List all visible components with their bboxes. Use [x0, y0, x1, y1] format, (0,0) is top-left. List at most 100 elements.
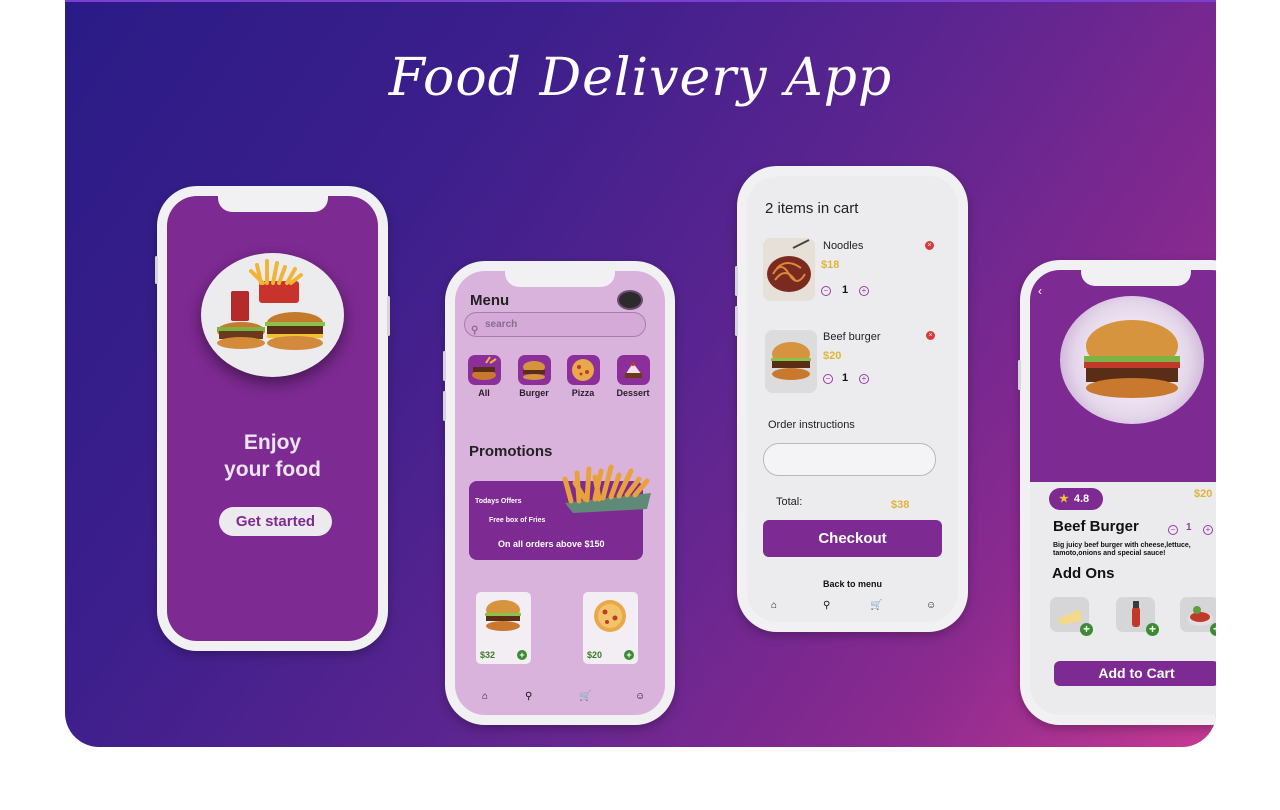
avatar[interactable] [617, 290, 643, 310]
cart-item-name: Beef burger [823, 331, 881, 343]
star-icon: ★ [1059, 493, 1069, 505]
phone-notch [505, 271, 615, 287]
rating-badge: ★ 4.8 [1049, 488, 1103, 510]
cart-item-price: $20 [823, 350, 842, 362]
minus-button[interactable]: − [821, 286, 831, 296]
welcome-title-line2: your food [224, 458, 321, 481]
category-all[interactable]: All [466, 355, 502, 398]
fries-icon [249, 259, 303, 303]
product-description: Big juicy beef burger with cheese,lettuc… [1053, 542, 1191, 557]
add-to-cart-button[interactable]: Add to Cart [1054, 661, 1216, 686]
phone-notch [217, 196, 328, 212]
bottom-nav: ⌂ ⚲ 🛒 ☺ [455, 691, 665, 707]
side-button [443, 351, 446, 381]
side-button [735, 266, 738, 296]
category-dessert-image [616, 355, 650, 385]
order-instructions-field[interactable] [763, 443, 936, 476]
fries-box-image [562, 464, 651, 513]
cart-icon[interactable]: 🛒 [870, 600, 882, 611]
category-pizza[interactable]: Pizza [565, 355, 601, 398]
beef-burger-image [765, 330, 817, 393]
side-button [155, 256, 158, 284]
search-input[interactable]: ⚲ search [464, 312, 646, 337]
search-icon: ⚲ [471, 325, 479, 336]
cart-item-qty: 1 [842, 284, 849, 296]
hero-title: Food Delivery App [388, 48, 893, 108]
promo-card[interactable]: Todays Offers Free box of Fries On all o… [469, 464, 651, 560]
welcome-phone: Enjoy your food Get started [155, 186, 390, 651]
addon-salsa[interactable]: + [1180, 597, 1216, 636]
home-icon[interactable]: ⌂ [482, 691, 488, 702]
minus-button[interactable]: − [823, 374, 833, 384]
side-button [735, 306, 738, 336]
cart-item-name: Noodles [823, 240, 864, 252]
pizza-image [587, 596, 634, 636]
search-icon[interactable]: ⚲ [823, 600, 830, 611]
category-pizza-image [566, 355, 600, 385]
cart-phone: 2 items in cart Noodles $18 × − 1 + Beef… [735, 166, 968, 632]
burger-hero-image [1060, 296, 1204, 424]
cart-screen: 2 items in cart Noodles $18 × − 1 + Beef… [747, 176, 958, 622]
welcome-title: Enjoy your food [167, 429, 378, 483]
get-started-button[interactable]: Get started [219, 507, 332, 536]
rating-value: 4.8 [1073, 493, 1090, 505]
burger-image [480, 596, 527, 636]
category-label: Dessert [616, 388, 650, 398]
order-instructions-label: Order instructions [768, 419, 855, 431]
category-label: Pizza [571, 388, 595, 398]
add-icon[interactable]: + [1080, 623, 1093, 636]
add-ons-title: Add Ons [1052, 565, 1115, 582]
home-icon[interactable]: ⌂ [771, 600, 777, 611]
category-burger-image [517, 355, 551, 385]
phone-notch [822, 180, 883, 184]
profile-icon[interactable]: ☺ [926, 600, 936, 611]
product-price: $32 [480, 650, 496, 660]
add-icon[interactable]: + [517, 650, 527, 660]
addon-sauce[interactable]: + [1116, 597, 1159, 636]
menu-screen: Menu ⚲ search All Burger Pizza Dessert P… [455, 271, 665, 715]
promo-line2: Free box of Fries [489, 517, 546, 524]
minus-button[interactable]: − [1168, 525, 1178, 535]
plus-button[interactable]: + [859, 374, 869, 384]
detail-screen: ‹ ★ 4.8 $20 Beef Burger − 1 + Big juicy b… [1030, 270, 1216, 715]
food-plate-image [201, 253, 344, 377]
search-placeholder: search [485, 319, 518, 330]
category-burger[interactable]: Burger [516, 355, 552, 398]
back-to-menu-link[interactable]: Back to menu [747, 579, 958, 589]
plus-button[interactable]: + [1203, 525, 1213, 535]
side-button [387, 296, 390, 336]
product-price: $20 [1194, 488, 1213, 500]
add-icon[interactable]: + [624, 650, 634, 660]
category-all-image [467, 355, 501, 385]
add-icon[interactable]: + [1210, 623, 1216, 636]
product-qty: 1 [1186, 522, 1192, 533]
cart-icon[interactable]: 🛒 [579, 691, 591, 702]
detail-phone: ‹ ★ 4.8 $20 Beef Burger − 1 + Big juicy b… [1018, 260, 1216, 725]
category-label: All [478, 388, 490, 398]
cart-item-price: $18 [821, 259, 840, 271]
remove-icon[interactable]: × [925, 241, 934, 250]
checkout-button[interactable]: Checkout [763, 520, 942, 557]
remove-icon[interactable]: × [926, 331, 935, 340]
product-price: $20 [587, 650, 603, 660]
plus-button[interactable]: + [859, 286, 869, 296]
product-card-pizza[interactable]: $20 + [583, 592, 638, 664]
presentation-canvas: Food Delivery App Enjoy your food Get st… [65, 0, 1216, 747]
profile-icon[interactable]: ☺ [635, 691, 645, 702]
addon-cheese[interactable]: + [1050, 597, 1093, 636]
cart-item-qty: 1 [842, 372, 849, 384]
search-icon[interactable]: ⚲ [525, 691, 532, 702]
product-name: Beef Burger [1053, 518, 1139, 535]
phone-notch [1080, 270, 1191, 286]
promotions-title: Promotions [469, 443, 553, 460]
welcome-title-line1: Enjoy [243, 431, 302, 454]
menu-phone: Menu ⚲ search All Burger Pizza Dessert P… [443, 261, 675, 725]
bottom-nav: ⌂ ⚲ 🛒 ☺ [747, 600, 958, 616]
promo-line3: On all orders above $150 [498, 539, 605, 549]
product-card-burger[interactable]: $32 + [476, 592, 531, 664]
category-dessert[interactable]: Dessert [615, 355, 651, 398]
noodles-image [763, 238, 815, 301]
category-label: Burger [519, 388, 549, 398]
back-chevron-icon[interactable]: ‹ [1038, 284, 1042, 298]
add-icon[interactable]: + [1146, 623, 1159, 636]
